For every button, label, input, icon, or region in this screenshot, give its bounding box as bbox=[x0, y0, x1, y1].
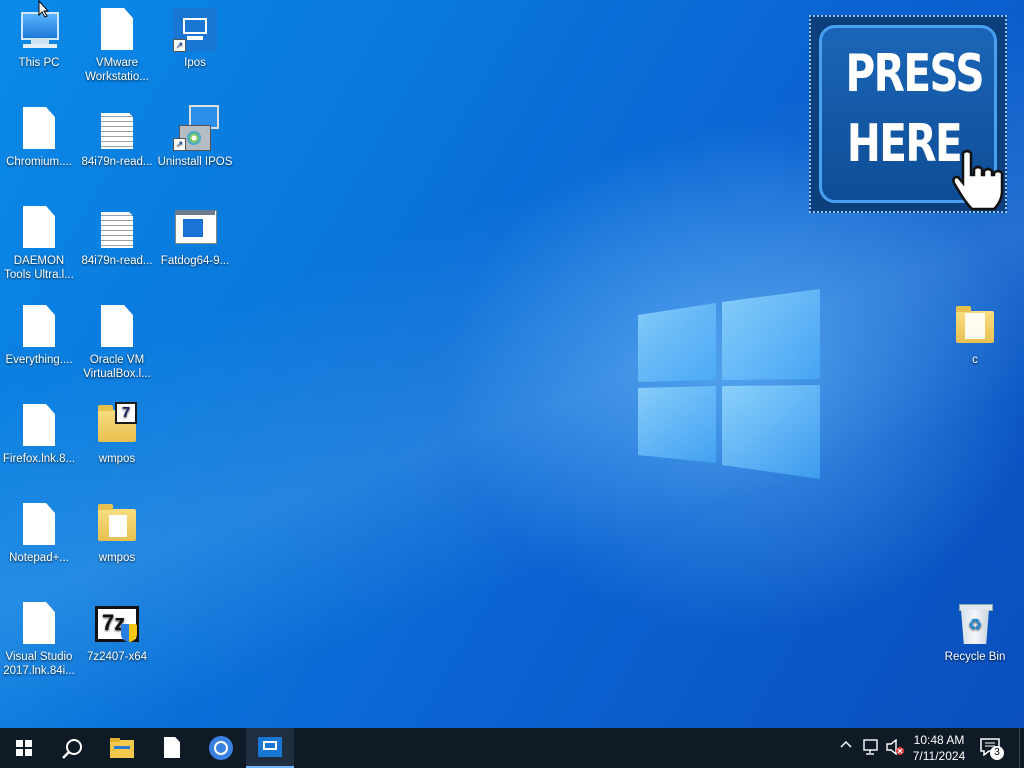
icon-label: Ipos bbox=[184, 57, 206, 69]
pointing-hand-icon bbox=[952, 149, 1004, 211]
icon-label: Visual Studio 2017.lnk.84i... bbox=[3, 651, 75, 677]
7zip-icon: 7z bbox=[93, 600, 141, 648]
document-icon bbox=[93, 6, 141, 54]
document-icon bbox=[164, 737, 180, 758]
everything-icon[interactable]: Everything.... bbox=[0, 303, 78, 367]
archive-folder-icon: 7 bbox=[93, 402, 141, 450]
icon-label: 84i79n-read... bbox=[81, 156, 153, 168]
recycle-bin-glyph: ♻ bbox=[951, 600, 999, 648]
icon-label: Recycle Bin bbox=[944, 651, 1006, 663]
document-icon bbox=[15, 501, 63, 549]
icon-label: This PC bbox=[18, 57, 60, 69]
document-icon bbox=[15, 600, 63, 648]
windows-start-icon bbox=[16, 740, 32, 756]
press-here-line1: PRESS bbox=[845, 44, 985, 104]
ipos-taskbar-button[interactable] bbox=[246, 728, 294, 768]
document-icon bbox=[15, 402, 63, 450]
icon-label: Oracle VM VirtualBox.l... bbox=[83, 354, 151, 380]
show-desktop-button[interactable] bbox=[1019, 728, 1024, 768]
icon-label: Fatdog64-9... bbox=[160, 255, 230, 267]
readme-file-2[interactable]: 84i79n-read... bbox=[78, 204, 156, 268]
icon-label: DAEMON Tools Ultra.l... bbox=[4, 255, 74, 281]
icon-label: wmpos bbox=[98, 453, 136, 465]
icon-label: c bbox=[972, 354, 978, 366]
icon-label: 84i79n-read... bbox=[81, 255, 153, 267]
press-here-banner[interactable]: PRESS HERE bbox=[809, 15, 1007, 213]
file-explorer-button[interactable] bbox=[98, 728, 146, 768]
clock-time: 10:48 AM bbox=[913, 733, 965, 747]
icon-label: Notepad+... bbox=[9, 552, 69, 564]
text-file-icon bbox=[93, 105, 141, 153]
wmpos-archive-icon[interactable]: 7 wmpos bbox=[78, 402, 156, 466]
network-icon[interactable] bbox=[862, 739, 880, 758]
icon-label: Uninstall IPOS bbox=[157, 156, 233, 168]
start-button[interactable] bbox=[0, 728, 48, 768]
document-icon bbox=[93, 303, 141, 351]
ipos-icon[interactable]: ↗ Ipos bbox=[156, 6, 234, 70]
ipos-app-icon bbox=[258, 737, 282, 757]
icon-label: Chromium.... bbox=[6, 156, 72, 168]
readme-file-1[interactable]: 84i79n-read... bbox=[78, 105, 156, 169]
icon-label: Everything.... bbox=[5, 354, 73, 366]
press-here-line2: HERE bbox=[846, 114, 963, 174]
fatdog-icon[interactable]: Fatdog64-9... bbox=[156, 204, 234, 268]
clock-date: 7/11/2024 bbox=[912, 749, 966, 763]
document-icon bbox=[15, 105, 63, 153]
visual-studio-icon[interactable]: Visual Studio 2017.lnk.84i... bbox=[0, 600, 78, 678]
installer-icon: ↗ bbox=[171, 105, 219, 153]
icon-label: VMware Workstatio... bbox=[85, 57, 149, 83]
show-hidden-icons-chevron-icon[interactable] bbox=[840, 738, 852, 753]
icon-label: 7z2407-x64 bbox=[86, 651, 148, 663]
chromium-taskbar-button[interactable] bbox=[196, 728, 244, 768]
folder-icon bbox=[93, 501, 141, 549]
search-button[interactable] bbox=[48, 728, 96, 768]
c-folder-icon[interactable]: c bbox=[936, 303, 1014, 367]
window-file-icon bbox=[171, 204, 219, 252]
firefox-icon[interactable]: Firefox.lnk.8... bbox=[0, 402, 78, 466]
document-icon bbox=[15, 204, 63, 252]
text-file-icon bbox=[93, 204, 141, 252]
document-icon bbox=[15, 303, 63, 351]
chromium-icon bbox=[209, 736, 233, 760]
chromium-icon[interactable]: Chromium.... bbox=[0, 105, 78, 169]
icon-label: Firefox.lnk.8... bbox=[2, 453, 76, 465]
search-icon bbox=[62, 739, 82, 759]
folder-icon bbox=[951, 303, 999, 351]
taskbar-clock[interactable]: 10:48 AM 7/11/2024 bbox=[904, 732, 974, 764]
uninstall-ipos-icon[interactable]: ↗ Uninstall IPOS bbox=[156, 105, 234, 169]
7zip-installer-icon[interactable]: 7z 7z2407-x64 bbox=[78, 600, 156, 664]
recycle-bin-icon[interactable]: ♻ Recycle Bin bbox=[936, 600, 1014, 664]
ipos-app-icon: ↗ bbox=[171, 6, 219, 54]
notepad-taskbar-button[interactable] bbox=[148, 728, 196, 768]
virtualbox-icon[interactable]: Oracle VM VirtualBox.l... bbox=[78, 303, 156, 381]
vmware-icon[interactable]: VMware Workstatio... bbox=[78, 6, 156, 84]
notification-count-badge: 3 bbox=[990, 746, 1004, 760]
volume-muted-icon[interactable] bbox=[886, 738, 904, 758]
daemon-tools-icon[interactable]: DAEMON Tools Ultra.l... bbox=[0, 204, 78, 282]
file-explorer-icon bbox=[110, 738, 134, 758]
wmpos-folder-icon[interactable]: wmpos bbox=[78, 501, 156, 565]
taskbar: 10:48 AM 7/11/2024 bbox=[0, 728, 1024, 768]
notepad-plus-icon[interactable]: Notepad+... bbox=[0, 501, 78, 565]
windows-logo bbox=[638, 289, 820, 479]
icon-label: wmpos bbox=[98, 552, 136, 564]
mouse-cursor-icon bbox=[38, 0, 50, 18]
